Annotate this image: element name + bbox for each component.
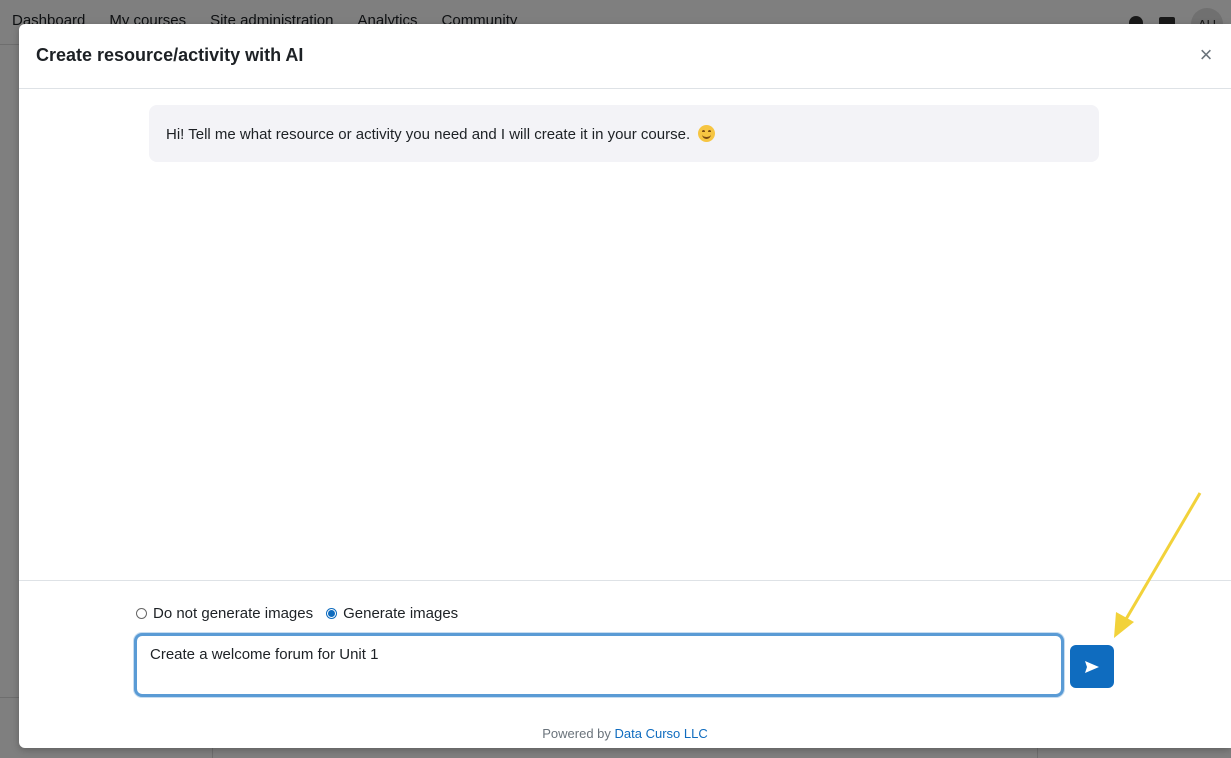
create-ai-modal: Create resource/activity with AI × Hi! T… <box>19 24 1231 748</box>
radio-label-generate[interactable]: Generate images <box>343 605 458 622</box>
powered-by-text: Powered by <box>542 726 611 741</box>
powered-by-footer: Powered by Data Curso LLC <box>19 726 1231 741</box>
radio-generate-images[interactable] <box>326 608 338 619</box>
radio-do-not-generate-images[interactable] <box>136 608 147 619</box>
smiling-face-icon <box>698 125 716 142</box>
modal-header: Create resource/activity with AI × <box>19 24 1231 89</box>
image-option-group: Do not generate images Generate images <box>136 605 471 622</box>
bot-message-bubble: Hi! Tell me what resource or activity yo… <box>149 105 1099 162</box>
send-button[interactable] <box>1070 645 1114 688</box>
bot-message: Hi! Tell me what resource or activity yo… <box>166 125 716 143</box>
modal-title: Create resource/activity with AI <box>36 45 304 65</box>
radio-label-do-not-generate[interactable]: Do not generate images <box>153 605 313 622</box>
chat-area[interactable]: Hi! Tell me what resource or activity yo… <box>19 89 1231 580</box>
prompt-input[interactable] <box>134 633 1064 697</box>
send-arrow-icon <box>1085 660 1099 673</box>
bot-message-text: Hi! Tell me what resource or activity yo… <box>166 126 691 143</box>
close-icon[interactable]: × <box>1193 42 1219 68</box>
data-curso-link[interactable]: Data Curso LLC <box>615 726 708 741</box>
chat-footer: Do not generate images Generate images P… <box>19 580 1231 748</box>
